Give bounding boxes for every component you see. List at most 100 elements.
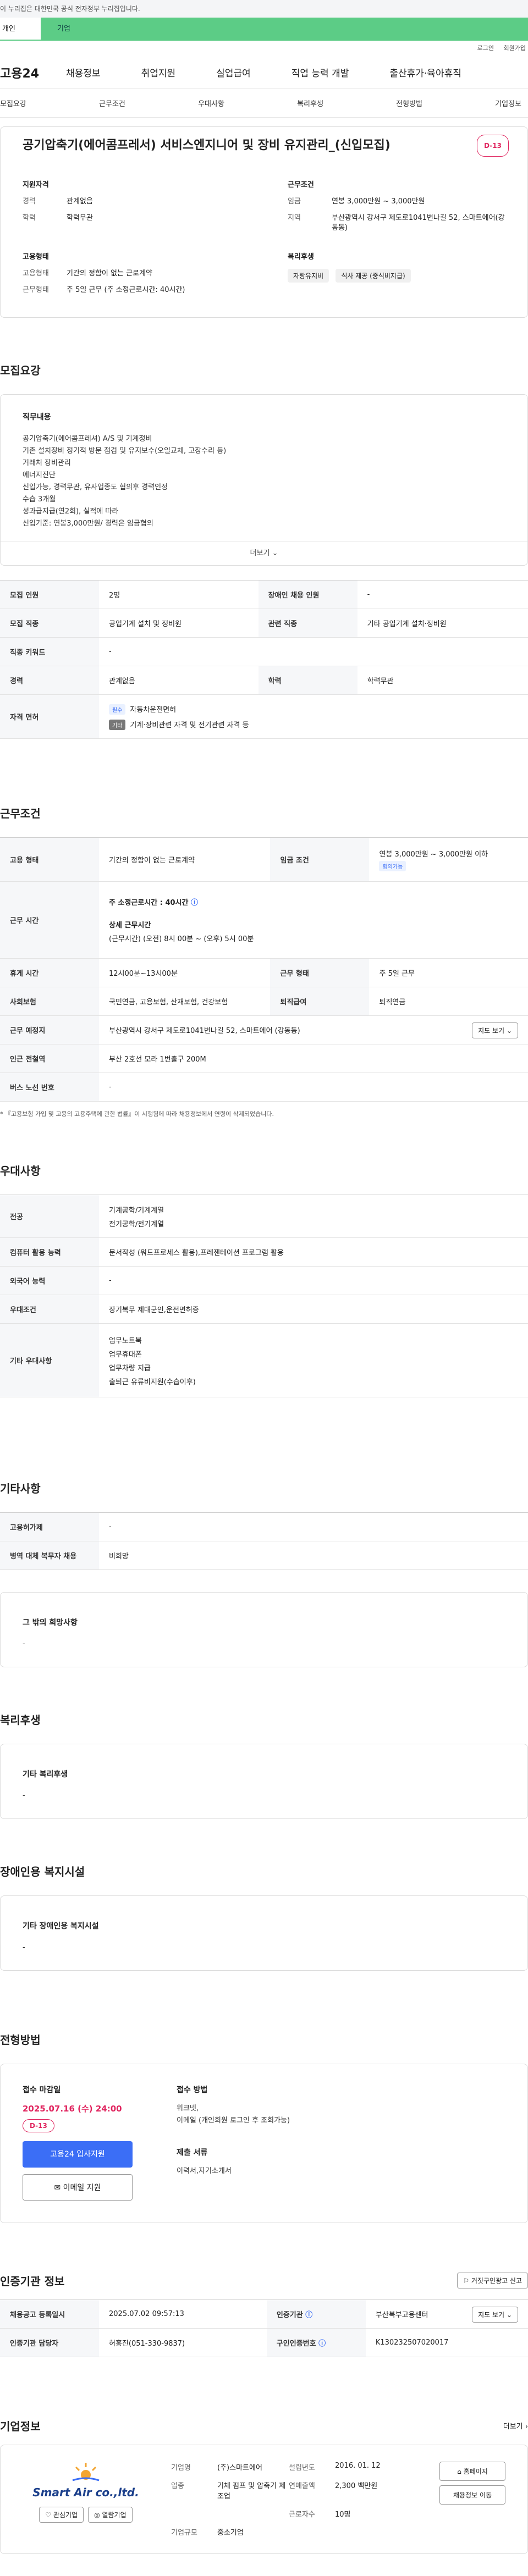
summary-key: 근무형태 bbox=[23, 286, 49, 294]
misc-table: 고용허가제 - 병역 대체 복무자 채용 비희망 bbox=[0, 1512, 528, 1570]
summary-row: 학력 학력무관 bbox=[23, 213, 244, 223]
gnb-job-info[interactable]: 채용정보 bbox=[66, 65, 101, 79]
agency-map-button[interactable]: 지도 보기 ⌄ bbox=[472, 2307, 518, 2323]
table-key: 자격 면허 bbox=[0, 694, 99, 739]
gnb-unemployment-benefit[interactable]: 실업급여 bbox=[216, 65, 251, 79]
homepage-label: 홈페이지 bbox=[463, 2468, 488, 2475]
snb-work[interactable]: 근무조건 bbox=[99, 98, 125, 108]
table-value: 관계없음 bbox=[99, 666, 258, 695]
tab-company[interactable]: 기업 bbox=[41, 18, 528, 41]
table-key: 인증기관 ⓘ bbox=[266, 2299, 366, 2329]
report-button[interactable]: ⚐ 거짓구인광고 신고 bbox=[457, 2273, 528, 2288]
info-icon[interactable]: ⓘ bbox=[191, 899, 198, 907]
snb-recruit[interactable]: 모집요강 bbox=[0, 98, 26, 108]
co-key: 업종 bbox=[171, 2482, 184, 2490]
summary-grid: 지원자격 경력 관계없음 학력 학력무관 근무조건 임금 연봉 3,000만원 ~ 3… bbox=[23, 179, 509, 302]
eye-icon: ◎ bbox=[94, 2511, 100, 2519]
snb-pref[interactable]: 우대사항 bbox=[198, 98, 224, 108]
table-key: 근무 형태 bbox=[270, 958, 370, 987]
company-info-grid: 기업명 (주)스마트에어 설립년도 2016. 01. 12 업종 기체 펌프 및 압… bbox=[171, 2462, 417, 2537]
wish-title: 그 밖의 희망사항 bbox=[23, 1618, 78, 1627]
table-value: 학력무관 bbox=[357, 666, 528, 695]
follow-company-button[interactable]: ♡ 관심기업 bbox=[39, 2507, 84, 2523]
summary-qualification: 지원자격 경력 관계없음 학력 학력무관 bbox=[23, 179, 244, 240]
info-icon[interactable]: ⓘ bbox=[318, 2340, 326, 2348]
snb-apply[interactable]: 전형방법 bbox=[396, 98, 422, 108]
table-value: - bbox=[99, 1073, 528, 1102]
company-more-link[interactable]: 더보기 › bbox=[503, 2420, 528, 2431]
gov-banner: 이 누리집은 대한민국 공식 전자정부 누리집입니다. bbox=[0, 0, 528, 18]
apply-button[interactable]: 고용24 입사지원 bbox=[23, 2141, 133, 2168]
place-cell: 부산광역시 강서구 제도로1041번나길 52, 스마트에어 (강동동) 지도 … bbox=[99, 1015, 528, 1044]
work-map-button[interactable]: 지도 보기 ⌄ bbox=[472, 1022, 518, 1038]
license-value: 기계·장비관련 자격 및 전기관련 자격 등 bbox=[130, 721, 249, 729]
co-value: 중소기업 bbox=[217, 2529, 244, 2537]
disab-section-title: 장애인용 복지시설 bbox=[0, 1865, 85, 1878]
table-key: 기타 우대사항 bbox=[0, 1323, 99, 1397]
table-row: 근무 시간 주 소정근로시간 : 40시간 ⓘ 상세 근무시간 (근무시간) (… bbox=[0, 881, 528, 959]
site-logo[interactable]: 고용24 bbox=[0, 64, 66, 81]
snb-welfare[interactable]: 복리후생 bbox=[297, 98, 323, 108]
gnb-parental-leave[interactable]: 출산휴가·육아휴직 bbox=[389, 65, 461, 79]
table-row: 모집 직종 공업기계 설치 및 정비원 관련 직종 기타 공업기계 설치·정비원 bbox=[0, 609, 528, 638]
pref-section-title: 우대사항 bbox=[0, 1164, 41, 1178]
table-key: 고용허가제 bbox=[0, 1512, 99, 1541]
login-link[interactable]: 로그인 bbox=[477, 45, 494, 52]
major-cell: 기계공학/기계계열 전기공학/전기계열 bbox=[99, 1195, 528, 1238]
welfare-etc-title: 기타 복리후생 bbox=[23, 1770, 68, 1779]
table-value: - bbox=[99, 637, 528, 666]
table-value: 12시00분~13시00분 bbox=[99, 958, 271, 987]
map-btn-label: 지도 보기 bbox=[478, 1027, 505, 1035]
chevron-down-icon: ⌄ bbox=[506, 1027, 512, 1035]
table-value: 기타 공업기계 설치·정비원 bbox=[357, 609, 528, 638]
company-section-title: 기업정보 bbox=[0, 2420, 41, 2433]
dday-badge: D-13 bbox=[477, 135, 509, 157]
summary-form-title: 고용형태 bbox=[23, 253, 49, 261]
summary-value: 학력무관 bbox=[67, 214, 93, 222]
company-card: Smart Air co.,ltd. ♡ 관심기업 ◎ 열람기업 기업명 (주)스… bbox=[0, 2445, 528, 2554]
homepage-button[interactable]: ⌂ 홈페이지 bbox=[439, 2462, 505, 2481]
welfare-etc-value: - bbox=[23, 1792, 25, 1800]
duty-line: 기존 설치장비 정기적 방문 점검 및 유지보수(오일교체, 고장수리 등) bbox=[23, 447, 227, 455]
sun-logo-icon bbox=[72, 2463, 100, 2481]
gnb-employment-support[interactable]: 취업지원 bbox=[141, 65, 176, 79]
co-value: 2016. 01. 12 bbox=[335, 2462, 381, 2470]
pref-etc-item: 출퇴근 유류비지원(수습이후) bbox=[109, 1378, 196, 1386]
hours-main-row: 주 소정근로시간 : 40시간 ⓘ bbox=[109, 897, 518, 907]
table-key: 병역 대체 복무자 채용 bbox=[0, 1541, 99, 1570]
table-key: 모집 인원 bbox=[0, 580, 99, 609]
table-key: 버스 노선 번호 bbox=[0, 1073, 99, 1102]
summary-value: 부산광역시 강서구 제도로1041번나길 52, 스마트에어(강동동) bbox=[332, 214, 505, 232]
email-apply-button[interactable]: ✉ 이메일 지원 bbox=[23, 2174, 133, 2201]
summary-value: 주 5일 근무 (주 소정근로시간: 40시간) bbox=[67, 286, 185, 294]
table-key: 임금 조건 bbox=[270, 837, 370, 882]
hours-main: 주 소정근로시간 : 40시간 bbox=[109, 899, 189, 907]
job-summary-card: 공기압축기(에어콤프레서) 서비스엔지니어 및 장비 유지관리_(신입모집) D… bbox=[0, 126, 528, 318]
duty-line: 신입가능, 경력무관, 유사업종도 협의후 경력인정 bbox=[23, 483, 168, 491]
duty-line: 성과급지급(연2회), 실적에 따라 bbox=[23, 507, 119, 516]
tab-personal[interactable]: 개인 bbox=[0, 18, 41, 41]
summary-row: 지역 부산광역시 강서구 제도로1041번나길 52, 스마트에어(강동동) bbox=[288, 213, 509, 233]
summary-value: 관계없음 bbox=[67, 197, 93, 206]
table-key: 경력 bbox=[0, 666, 99, 695]
duty-more-button[interactable]: 더보기 ⌄ bbox=[1, 541, 527, 565]
apply-right: 접수 방법 워크넷, 이메일 (개인회원 로그인 후 조회가능) 제출 서류 이… bbox=[177, 2084, 290, 2201]
company-jobs-button[interactable]: 채용정보 이동 bbox=[439, 2485, 505, 2505]
co-key bbox=[171, 2508, 217, 2519]
info-icon[interactable]: ⓘ bbox=[305, 2311, 312, 2319]
table-value: 부산광역시 강서구 제도로1041번나길 52, 스마트에어 (강동동) bbox=[109, 1027, 300, 1035]
table-row: 휴게 시간 12시00분~13시00분 근무 형태 주 5일 근무 bbox=[0, 958, 528, 987]
summary-key: 임금 bbox=[288, 197, 301, 206]
snb-company[interactable]: 기업정보 bbox=[495, 98, 521, 108]
table-key: 채용공고 등록일시 bbox=[0, 2299, 99, 2329]
user-type-tabs: 개인 기업 bbox=[0, 18, 528, 41]
signup-link[interactable]: 회원가입 bbox=[504, 45, 526, 52]
report-icon: ⚐ bbox=[463, 2277, 470, 2285]
viewed-company-button[interactable]: ◎ 열람기업 bbox=[88, 2507, 133, 2523]
gnb-vocational-training[interactable]: 직업 능력 개발 bbox=[292, 65, 349, 79]
disab-card: 기타 장애인용 복지시설 - bbox=[0, 1895, 528, 1971]
global-nav: 고용24 채용정보 취업지원 실업급여 직업 능력 개발 출산휴가·육아휴직 bbox=[0, 56, 528, 89]
table-value: 문서작성 (워드프로세스 활용),프레젠테이션 프로그램 활용 bbox=[99, 1237, 528, 1267]
apply-card: 접수 마감일 2025.07.16 (수) 24:00 D-13 고용24 입사… bbox=[0, 2064, 528, 2223]
co-key: 기업규모 bbox=[171, 2529, 197, 2537]
